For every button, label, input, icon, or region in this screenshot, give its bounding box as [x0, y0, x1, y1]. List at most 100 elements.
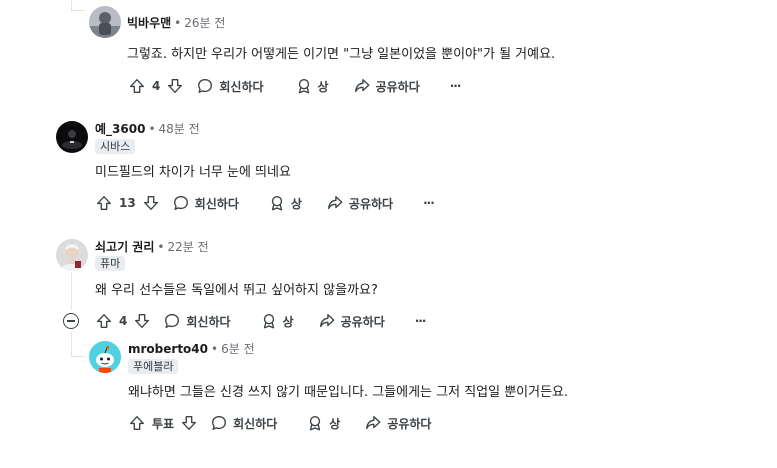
author-name[interactable]: 빅바우맨: [127, 16, 171, 30]
separator-dot: •: [157, 240, 165, 254]
thread-line: [71, 0, 72, 10]
award-button[interactable]: 상: [306, 414, 340, 432]
timestamp[interactable]: 48분 전: [159, 122, 200, 136]
award-label: 상: [329, 416, 341, 431]
downvote-button[interactable]: [180, 414, 198, 432]
upvote-button[interactable]: [95, 312, 113, 330]
upvote-arrow-icon: [128, 414, 146, 432]
user-flair: 시바스: [95, 139, 136, 154]
reply-button[interactable]: 회신하다: [172, 194, 239, 212]
timestamp[interactable]: 22분 전: [167, 240, 208, 254]
downvote-button[interactable]: [166, 77, 184, 95]
share-label: 공유하다: [348, 196, 394, 211]
separator-dot: •: [211, 342, 219, 356]
share-arrow-icon: [364, 414, 382, 432]
comment-text: 그렇죠. 하지만 우리가 어떻게든 이기면 "그냥 일본이었을 뿐이야"가 될 …: [127, 47, 556, 62]
share-button[interactable]: 공유하다: [364, 414, 431, 432]
reply-label: 회신하다: [219, 79, 264, 94]
vote-count: 4: [119, 314, 128, 328]
share-arrow-icon: [326, 194, 344, 212]
award-button[interactable]: 상: [260, 312, 294, 330]
reply-label: 회신하다: [186, 314, 231, 329]
thread-line: [71, 356, 85, 357]
comment-actions: 투표 회신하다 상 공유하다: [128, 411, 431, 435]
award-icon: [295, 77, 313, 95]
more-options-icon: ···: [414, 314, 427, 328]
more-options-button[interactable]: ···: [414, 314, 427, 328]
upvote-arrow-icon: [95, 194, 113, 212]
upvote-button[interactable]: [128, 414, 146, 432]
thread-line: [71, 332, 72, 356]
comment-meta: 예_3600 • 48분 전: [95, 121, 200, 137]
reply-button[interactable]: 회신하다: [196, 77, 264, 95]
award-label: 상: [290, 196, 302, 211]
reply-label: 회신하다: [194, 196, 239, 211]
downvote-arrow-icon: [180, 414, 198, 432]
share-button[interactable]: 공유하다: [353, 77, 420, 95]
more-options-icon: ···: [423, 196, 435, 210]
comment-text: 왜냐하면 그들은 신경 쓰지 않기 때문입니다. 그들에게는 그저 직업일 뿐이…: [128, 385, 569, 400]
user-flair: 푸에블라: [128, 359, 179, 374]
share-button[interactable]: 공유하다: [326, 194, 393, 212]
upvote-button[interactable]: [128, 77, 146, 95]
award-icon: [268, 194, 286, 212]
timestamp[interactable]: 26분 전: [184, 16, 225, 30]
comment-text: 미드필드의 차이가 너무 눈에 띄네요: [95, 165, 291, 180]
award-icon: [260, 312, 278, 330]
reply-label: 회신하다: [233, 416, 278, 431]
share-arrow-icon: [353, 77, 371, 95]
downvote-arrow-icon: [133, 312, 151, 330]
upvote-button[interactable]: [95, 194, 113, 212]
user-flair: 퓨마: [95, 256, 126, 271]
author-name[interactable]: 쇠고기 권리: [95, 240, 154, 254]
reply-button[interactable]: 회신하다: [163, 312, 231, 330]
author-name[interactable]: 예_3600: [95, 122, 145, 136]
collapse-button[interactable]: [63, 313, 79, 329]
comment-actions: 13 회신하다 상 공유하다 ···: [95, 191, 435, 215]
avatar[interactable]: [56, 239, 88, 271]
collapse-minus-icon: [67, 320, 75, 322]
award-icon: [306, 414, 324, 432]
comment-bubble-icon: [210, 414, 228, 432]
comment-actions: 4 회신하다 상 공유하다 ···: [95, 309, 427, 333]
comment-actions: 4 회신하다 상 공유하다 ···: [127, 74, 462, 98]
downvote-button[interactable]: [133, 312, 151, 330]
timestamp[interactable]: 6분 전: [221, 342, 255, 356]
vote-count: 13: [119, 196, 136, 210]
comment-bubble-icon: [196, 77, 214, 95]
avatar[interactable]: [89, 6, 121, 38]
thread-line: [71, 10, 85, 11]
separator-dot: •: [174, 16, 182, 30]
vote-label: 투표: [152, 416, 175, 431]
downvote-arrow-icon: [166, 77, 184, 95]
share-label: 공유하다: [375, 79, 420, 94]
upvote-arrow-icon: [95, 312, 113, 330]
comment-bubble-icon: [163, 312, 181, 330]
share-label: 공유하다: [340, 314, 385, 329]
avatar[interactable]: [56, 121, 88, 153]
award-label: 상: [282, 314, 294, 329]
award-label: 상: [317, 79, 329, 94]
share-arrow-icon: [318, 312, 336, 330]
comment-bubble-icon: [172, 194, 190, 212]
more-options-icon: ···: [449, 79, 462, 93]
share-button[interactable]: 공유하다: [318, 312, 385, 330]
more-options-button[interactable]: ···: [449, 79, 462, 93]
comment-meta: mroberto40 • 6분 전: [128, 341, 255, 357]
share-label: 공유하다: [387, 416, 432, 431]
comment-meta: 빅바우맨 • 26분 전: [127, 15, 225, 31]
thread-line: [71, 272, 72, 310]
author-name[interactable]: mroberto40: [128, 342, 208, 356]
downvote-arrow-icon: [142, 194, 160, 212]
downvote-button[interactable]: [142, 194, 160, 212]
comment-meta: 쇠고기 권리 • 22분 전: [95, 239, 209, 255]
upvote-arrow-icon: [128, 77, 146, 95]
separator-dot: •: [148, 122, 156, 136]
reply-button[interactable]: 회신하다: [210, 414, 277, 432]
comment-text: 왜 우리 선수들은 독일에서 뛰고 싶어하지 않을까요?: [95, 283, 378, 298]
vote-count: 4: [152, 79, 161, 93]
avatar[interactable]: [89, 341, 121, 373]
award-button[interactable]: 상: [295, 77, 329, 95]
more-options-button[interactable]: ···: [423, 196, 435, 210]
award-button[interactable]: 상: [268, 194, 302, 212]
